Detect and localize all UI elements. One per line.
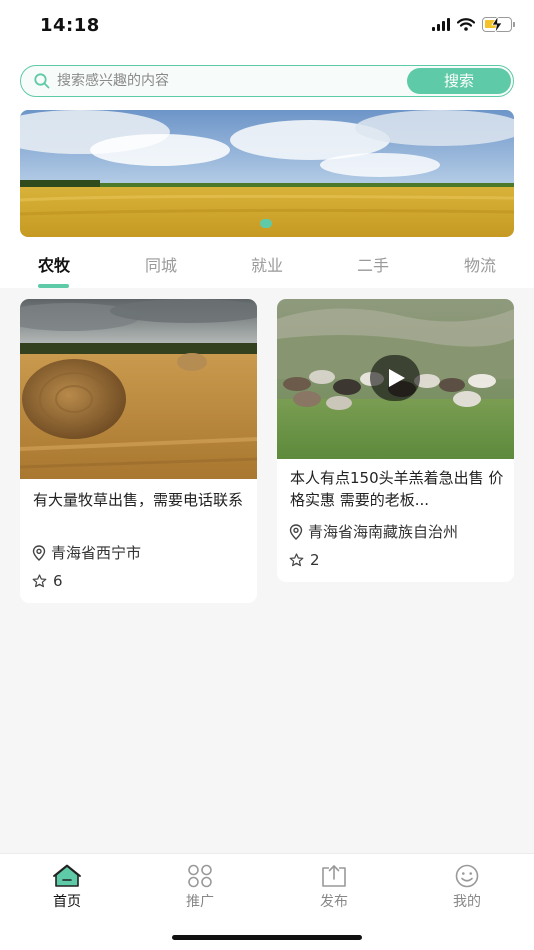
upload-icon	[322, 865, 346, 887]
banner-carousel[interactable]	[20, 110, 514, 237]
card-location-text: 青海省海南藏族自治州	[308, 523, 459, 541]
play-icon	[389, 369, 405, 387]
wifi-icon	[457, 18, 475, 31]
status-bar: 14:18	[0, 0, 534, 52]
tab-logistics[interactable]: 物流	[464, 252, 496, 276]
status-time: 14:18	[40, 15, 100, 36]
location-pin-icon	[32, 544, 46, 561]
card-location: 青海省西宁市	[32, 542, 141, 563]
nav-label-home: 首页	[53, 894, 81, 910]
tab-farming[interactable]: 农牧	[38, 252, 70, 276]
search-button[interactable]: 搜索	[407, 67, 511, 94]
carousel-indicator-dot[interactable]	[260, 219, 272, 228]
search-icon	[34, 73, 50, 89]
card-title: 有大量牧草出售，需要电话联系	[33, 491, 244, 509]
card-star-count: 2	[310, 551, 320, 569]
nav-label-profile: 我的	[453, 894, 481, 910]
video-play-button[interactable]	[370, 355, 420, 401]
star-icon	[32, 574, 47, 588]
nav-item-publish[interactable]: 发布	[294, 864, 374, 911]
nav-label-promote: 推广	[186, 894, 214, 910]
star-icon	[289, 553, 304, 567]
listing-card[interactable]: 本人有点150头羊羔着急出售 价格实惠 需要的老板... 青海省海南藏族自治州 …	[277, 299, 514, 582]
tab-jobs[interactable]: 就业	[251, 252, 283, 276]
tab-active-indicator	[38, 284, 69, 288]
nav-item-promote[interactable]: 推广	[160, 864, 240, 911]
signal-icon	[432, 18, 450, 31]
tab-secondhand[interactable]: 二手	[357, 252, 389, 276]
smiley-icon	[455, 864, 479, 888]
nav-item-profile[interactable]: 我的	[427, 864, 507, 911]
home-icon	[53, 864, 81, 887]
card-title: 本人有点150头羊羔着急出售 价格实惠 需要的老板...	[290, 469, 504, 509]
card-stars: 2	[289, 551, 320, 569]
location-pin-icon	[289, 523, 303, 540]
card-image-hay-field	[20, 299, 257, 479]
nav-item-home[interactable]: 首页	[27, 864, 107, 911]
grid-icon	[188, 864, 212, 888]
tab-local[interactable]: 同城	[145, 252, 177, 276]
search-bar: 搜索	[20, 65, 514, 97]
nav-label-publish: 发布	[320, 894, 348, 910]
card-stars: 6	[32, 572, 63, 590]
banner-image	[20, 110, 514, 237]
battery-icon	[482, 16, 515, 33]
search-input[interactable]	[57, 66, 397, 95]
home-indicator	[172, 935, 362, 940]
card-star-count: 6	[53, 572, 63, 590]
listing-card[interactable]: 有大量牧草出售，需要电话联系 青海省西宁市 6	[20, 299, 257, 603]
card-location: 青海省海南藏族自治州	[289, 521, 458, 542]
category-tabs: 农牧 同城 就业 二手 物流	[0, 248, 534, 288]
status-icons	[432, 16, 515, 33]
card-location-text: 青海省西宁市	[51, 544, 142, 562]
